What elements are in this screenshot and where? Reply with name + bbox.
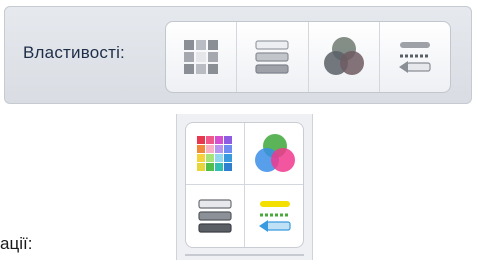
list-rows-button[interactable] [237,22,309,92]
dropdown-button-grid [185,122,304,248]
color-circles-button[interactable] [245,123,303,185]
properties-label: Властивості: [23,43,125,62]
dashed-arrow-icon [258,201,291,232]
grid-button[interactable] [166,22,238,92]
color-circles-icon [323,37,364,75]
background-text: ації: [0,234,33,253]
properties-dropdown-panel [176,114,313,260]
color-circles-button[interactable] [309,22,380,92]
panel-divider [185,254,304,256]
grid-icon [184,40,219,74]
dashed-arrow-button[interactable] [245,185,303,247]
properties-toolbar: Властивості: [4,6,472,104]
properties-button-group [165,21,451,93]
color-grid-icon [197,135,232,171]
list-rows-icon [255,40,289,74]
dashed-arrow-button[interactable] [380,22,450,92]
list-rows-button[interactable] [186,185,245,247]
stage: Властивості: ації: [0,0,477,260]
list-rows-icon [198,199,232,233]
color-circles-icon [254,133,295,172]
color-grid-button[interactable] [186,123,245,185]
dashed-arrow-icon [398,42,431,73]
